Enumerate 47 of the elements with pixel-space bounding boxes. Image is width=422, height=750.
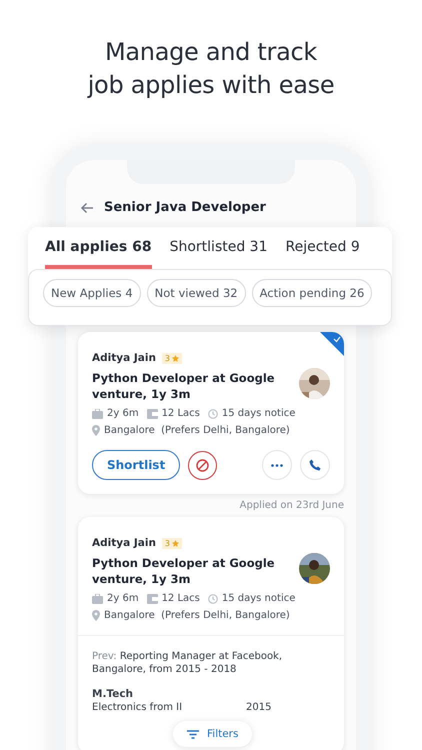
phone-icon (309, 459, 321, 471)
experience-text: 2y 6m (107, 593, 139, 604)
experience-text: 2y 6m (107, 408, 139, 419)
shortlist-button[interactable]: Shortlist (92, 450, 180, 480)
headline: job applies with ease (88, 70, 334, 101)
location-pin-icon (92, 425, 100, 436)
degree-text: M.Tech (92, 688, 134, 701)
candidate-card[interactable] (78, 517, 344, 750)
rating-badge: 3 (162, 352, 182, 364)
salary-text: 12 Lacs (162, 593, 200, 604)
briefcase-icon (92, 594, 103, 604)
tab[interactable]: All applies 68 (45, 227, 152, 269)
filter-chip[interactable]: Not viewed 32 (146, 279, 246, 307)
applied-date: Applied on 23rd June (240, 500, 344, 511)
prohibited-icon (196, 458, 210, 472)
previous-job-text: Prev: Reporting Manager at Facebook, Bangalore, from 2015 - 2018 (92, 650, 284, 676)
job-title: Python Developer at Google venture, 1y 3m (92, 555, 276, 587)
clock-icon (208, 408, 218, 418)
reject-button[interactable] (188, 450, 218, 480)
tab[interactable]: Shortlisted 31 (170, 227, 268, 269)
location-text: Bangalore (Prefers Delhi, Bangalore) (104, 425, 290, 436)
filter-chip[interactable]: Action pending 26 (252, 279, 372, 307)
candidate-card[interactable]: Aditya Jain 3 Python Developer at Google venture, 1y 3m 2y 6m 12 Lacs 15 days notice Bangalore (Prefers Delhi, Bangalore) Shortlist (78, 332, 344, 494)
headline: Manage and track (104, 37, 318, 68)
tab[interactable]: Rejected 9 (286, 227, 360, 269)
rating-badge: 3 (162, 538, 182, 548)
notice-text: 15 days notice (222, 408, 296, 419)
location-text: Bangalore (Prefers Delhi, Bangalore) (104, 610, 290, 621)
more-icon (271, 464, 283, 466)
filters-button[interactable]: Filters (173, 721, 252, 747)
salary-text: 12 Lacs (162, 408, 200, 419)
screen-title: Senior Java Developer (104, 200, 266, 215)
briefcase-icon (92, 408, 103, 418)
education-text: Electronics from II (92, 701, 182, 714)
candidate-name: Aditya Jain (92, 537, 156, 549)
clock-icon (208, 594, 218, 604)
back-arrow-icon[interactable] (80, 202, 94, 214)
location-pin-icon (92, 610, 100, 621)
filter-icon (187, 730, 199, 738)
job-title: Python Developer at Google venture, 1y 3m (92, 370, 276, 402)
call-button[interactable] (300, 450, 330, 480)
education-year-text: 2015 (246, 701, 272, 714)
wallet-icon (146, 408, 158, 418)
filter-chip[interactable]: New Applies 4 (43, 279, 141, 307)
wallet-icon (146, 594, 158, 604)
candidate-name: Aditya Jain (92, 352, 156, 364)
notice-text: 15 days notice (222, 593, 296, 604)
